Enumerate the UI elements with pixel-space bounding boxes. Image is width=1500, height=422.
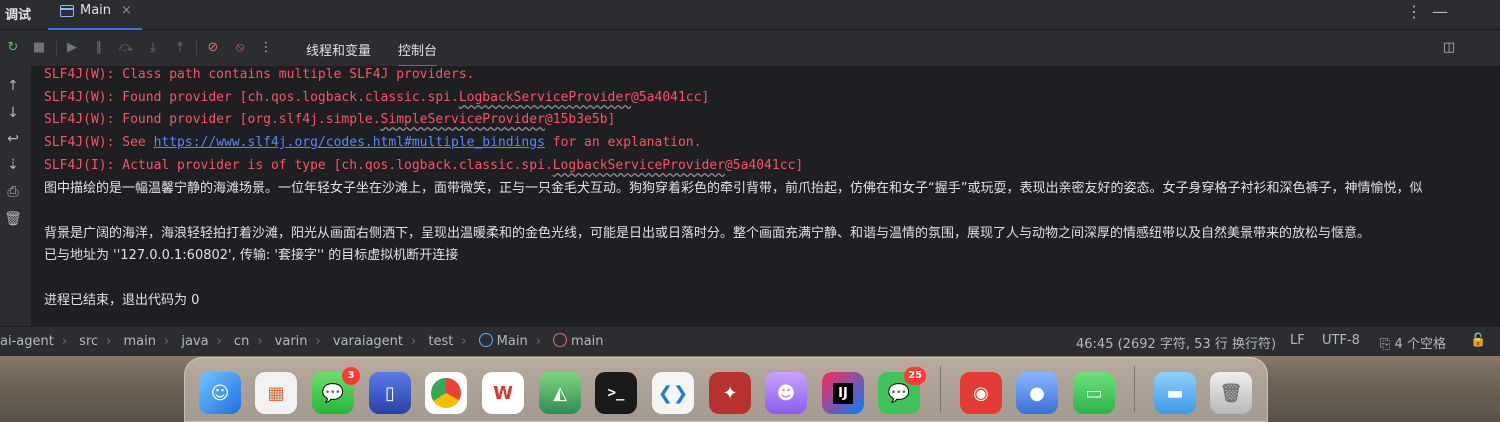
explanation-link[interactable]: https://www.slf4j.org/codes.html#multipl… (154, 135, 545, 150)
caret-position[interactable]: 46:45 (2692 字符, 53 行 换行符) (1076, 333, 1276, 352)
terminal-icon[interactable]: >_ (595, 372, 637, 414)
tab-threads-variables[interactable]: 线程和变量 (306, 40, 371, 59)
trash-icon[interactable]: 🗑 (4, 210, 22, 228)
layout-icon[interactable]: ◫ (1440, 39, 1458, 57)
vscode-icon[interactable]: ❮❯ (652, 372, 694, 414)
scroll-to-end-icon[interactable]: ⇣ (4, 156, 22, 174)
chevron-right-icon: › (257, 334, 263, 349)
chevron-right-icon: › (411, 334, 417, 349)
status-bar: ai-agent › src › main › java › cn › varin › va… (0, 326, 1500, 356)
rerun-icon[interactable]: ↻ (4, 39, 22, 57)
soft-wrap-icon[interactable]: ↩ (4, 130, 22, 148)
minimize-icon[interactable]: — (1432, 2, 1448, 21)
dock-divider (1134, 366, 1135, 412)
breadcrumb-item[interactable]: varaiagent (333, 334, 403, 349)
console-line: SLF4J(W): Found provider [org.slf4j.simp… (44, 112, 616, 127)
chevron-right-icon: › (106, 334, 112, 349)
messages-icon[interactable]: 💬 3 (312, 367, 360, 414)
simulator-icon[interactable]: ▯ (369, 372, 411, 414)
console-line: 图中描绘的是一幅温馨宁静的海滩场景。一位年轻女子坐在沙滩上，面带微笑，正与一只金… (44, 181, 1423, 196)
console-gutter: ↑ ↓ ↩ ⇣ ⎙ 🗑 (0, 66, 31, 326)
indent-icon: ⎘ (1380, 337, 1395, 352)
console-line: 进程已结束，退出代码为 0 (44, 293, 200, 308)
tab-console[interactable]: 控制台 (398, 40, 438, 67)
step-into-icon[interactable]: ⤓ (144, 39, 162, 57)
intellij-idea-icon[interactable]: IJ (822, 372, 864, 414)
resume-icon[interactable]: ▶ (63, 39, 81, 57)
down-arrow-icon[interactable]: ↓ (4, 104, 22, 122)
wechat-badge: 25 (904, 367, 926, 385)
up-arrow-icon[interactable]: ↑ (4, 77, 22, 95)
method-icon (553, 333, 568, 347)
breadcrumb-item[interactable]: main (124, 334, 156, 349)
class-icon (478, 333, 493, 347)
window-icon (60, 5, 74, 17)
app-chat-icon[interactable]: ▭ (1073, 372, 1115, 414)
breadcrumb-method[interactable]: main (553, 333, 604, 349)
file-encoding[interactable]: UTF-8 (1322, 333, 1360, 348)
pause-icon[interactable]: ∥ (90, 39, 108, 57)
android-studio-icon[interactable]: ◭ (539, 372, 581, 414)
chevron-right-icon: › (163, 334, 170, 349)
line-separator[interactable]: LF (1290, 333, 1305, 348)
messages-badge: 3 (342, 367, 360, 385)
app-camera-icon[interactable]: ● (1016, 372, 1058, 414)
chevron-right-icon: › (461, 334, 467, 349)
step-out-icon[interactable]: ⤒ (171, 39, 189, 57)
folder-icon[interactable]: ▬ (1154, 372, 1196, 414)
indent-setting[interactable]: ⎘ 4 个空格 (1380, 333, 1446, 352)
chevron-right-icon: › (535, 334, 541, 349)
wps-icon[interactable]: W (482, 372, 524, 414)
tool-window-header: 调试 Main × ⋮ — (0, 0, 1500, 30)
close-icon[interactable]: × (121, 3, 132, 18)
toolbar-divider (56, 41, 57, 57)
breadcrumb-item[interactable]: test (428, 334, 453, 349)
console-line: SLF4J(W): Found provider [ch.qos.logback… (44, 90, 710, 105)
console-line: SLF4J(I): Actual provider is of type [ch… (44, 158, 804, 173)
stop-icon[interactable]: ■ (30, 39, 48, 57)
breadcrumb-item[interactable]: cn (234, 334, 249, 349)
console-line: SLF4J(W): Class path contains multiple S… (44, 67, 475, 82)
breadcrumb-item[interactable]: ai-agent (0, 334, 54, 349)
breadcrumb-item[interactable]: java (181, 334, 208, 349)
more-options-icon[interactable]: ⋮ (1406, 2, 1422, 21)
step-over-icon[interactable]: ⤼ (117, 39, 135, 57)
breadcrumb-item[interactable]: src (79, 334, 98, 349)
more-icon[interactable]: ⋮ (257, 39, 275, 57)
lock-icon[interactable]: 🔓 (1470, 333, 1486, 348)
trash-bin-icon[interactable]: 🗑 (1210, 372, 1252, 414)
console-output[interactable]: SLF4J(W): Class path contains multiple S… (31, 66, 1500, 326)
breadcrumb-item[interactable]: varin (275, 334, 308, 349)
chevron-right-icon: › (216, 334, 222, 349)
finder-icon[interactable]: ☺ (199, 372, 241, 414)
chevron-right-icon: › (61, 334, 68, 349)
chevron-right-icon: › (315, 334, 321, 349)
tool-window-title: 调试 (5, 8, 32, 23)
console-line: 已与地址为 ''127.0.0.1:60802', 传输: '套接字'' 的目标… (44, 248, 459, 263)
toolbar-divider (196, 41, 197, 57)
breadcrumb: ai-agent › src › main › java › cn › varin › va… (0, 333, 604, 349)
breadcrumb-class[interactable]: Main (478, 333, 528, 349)
console-line: SLF4J(W): See https://www.slf4j.org/code… (44, 135, 702, 150)
app-star-icon[interactable]: ✦ (709, 372, 751, 414)
mute-breakpoints-icon[interactable]: ⦸ (231, 39, 249, 57)
console-line: 背景是广阔的海洋，海浪轻轻拍打着沙滩，阳光从画面右侧洒下，呈现出温暖柔和的金色光… (44, 226, 1371, 241)
view-breakpoints-icon[interactable]: ⊘ (204, 39, 222, 57)
debug-toolbar: ↻ ■ ▶ ∥ ⤼ ⤓ ⤒ ⊘ ⦸ ⋮ 线程和变量 控制台 ◫ (0, 30, 1500, 67)
app-cat-icon[interactable]: ☻ (765, 372, 807, 414)
tab-main-label: Main (80, 3, 112, 18)
chrome-icon[interactable] (425, 372, 467, 414)
print-icon[interactable]: ⎙ (4, 183, 22, 201)
wechat-icon[interactable]: 💬 25 (878, 367, 926, 414)
netease-music-icon[interactable]: ◉ (960, 372, 1002, 414)
launchpad-icon[interactable]: ▦ (255, 372, 297, 414)
tab-main[interactable]: Main × (48, 0, 142, 30)
dock-divider (940, 366, 941, 412)
